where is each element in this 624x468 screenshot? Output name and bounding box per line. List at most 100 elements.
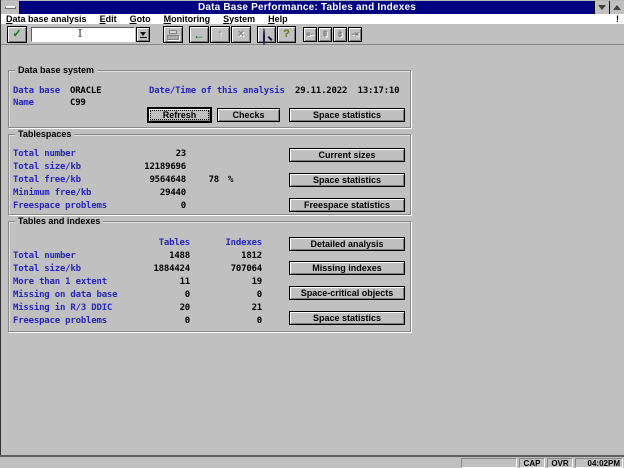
print-button: [163, 26, 183, 43]
stat-label: Total free/kb: [13, 175, 129, 185]
tables-value: 11: [129, 277, 190, 287]
cancel-button: ×: [231, 26, 251, 43]
printer-icon: [167, 30, 179, 40]
tables-value: 20: [129, 303, 190, 313]
stat-label: Name: [13, 98, 70, 108]
percent-sign: %: [228, 175, 233, 185]
stat-value: 23: [129, 149, 186, 159]
group-tables-indexes: Tables and indexes Tables Indexes Total …: [8, 221, 411, 332]
last-page-icon: ⇥: [351, 30, 359, 39]
tables-value: 1488: [129, 251, 190, 261]
db-row: Data base ORACLE Date/Time of this analy…: [13, 86, 408, 96]
system-menu-button[interactable]: [1, 1, 20, 14]
page-up-icon: ⇞: [321, 30, 329, 39]
menu-item-monitoring[interactable]: Monitoring: [164, 14, 211, 24]
enter-button[interactable]: ✓: [7, 26, 27, 43]
stat-row: Total number 1488 1812: [13, 251, 408, 261]
stat-row: Total size/kb 12189696: [13, 162, 408, 172]
menu-items: Data base analysis Edit Goto Monitoring Syst…: [1, 14, 616, 24]
help-button[interactable]: ?: [277, 26, 296, 43]
minimize-icon: [598, 5, 606, 10]
check-icon: ✓: [12, 29, 21, 40]
stat-label: Total number: [13, 149, 129, 159]
db-space-statistics-button[interactable]: Space statistics: [289, 108, 405, 122]
ts-space-statistics-button[interactable]: Space statistics: [289, 173, 405, 187]
group-title: Tables and indexes: [15, 217, 103, 226]
group-tablespaces: Tablespaces Total number 23 Total size/k…: [8, 134, 411, 215]
stat-value: 9564648: [129, 175, 186, 185]
screen-body: Data base system Data base ORACLE Date/T…: [1, 45, 624, 455]
exit-button: ↑: [210, 26, 230, 43]
group-title: Tablespaces: [15, 130, 74, 139]
back-arrow-icon: ←: [193, 29, 205, 41]
x-icon: ×: [238, 29, 244, 40]
freespace-statistics-button[interactable]: Freespace statistics: [289, 198, 405, 212]
command-dropdown-button[interactable]: [136, 27, 150, 42]
clock: 04:02PM: [575, 458, 623, 468]
menu-item-goto[interactable]: Goto: [130, 14, 151, 24]
tables-value: 0: [129, 316, 190, 326]
stat-label: Date/Time of this analysis: [149, 86, 295, 96]
find-button[interactable]: [257, 26, 276, 43]
stat-value: 12189696: [129, 162, 186, 172]
checks-button[interactable]: Checks: [217, 108, 280, 122]
menu-bar: Data base analysis Edit Goto Monitoring Syst…: [1, 14, 624, 24]
ti-space-statistics-button[interactable]: Space statistics: [289, 311, 405, 325]
indexes-value: 707064: [190, 264, 262, 274]
stat-label: Missing on data base: [13, 290, 129, 300]
sap-window: Data Base Performance: Tables and Indexe…: [0, 0, 624, 468]
dropdown-arrow-icon: [140, 32, 147, 38]
first-page-icon: ⇤: [306, 30, 314, 39]
menu-item-edit[interactable]: Edit: [100, 14, 117, 24]
page-down-button: ⇟: [333, 27, 347, 42]
stat-percent: 78: [186, 175, 219, 185]
stat-label: Freespace problems: [13, 201, 129, 211]
status-spacer-cell: [461, 458, 517, 468]
back-button[interactable]: ←: [189, 26, 209, 43]
question-icon: ?: [283, 29, 290, 40]
menu-item-system[interactable]: System: [223, 14, 255, 24]
refresh-button[interactable]: Refresh: [148, 108, 211, 122]
stat-label: Freespace problems: [13, 316, 129, 326]
stat-label: Missing in R/3 DDIC: [13, 303, 129, 313]
status-bar: CAP OVR 04:02PM: [0, 455, 624, 468]
stat-label: Total size/kb: [13, 264, 129, 274]
stat-value: 29.11.2022 13:17:10: [295, 86, 399, 96]
column-header-indexes: Indexes: [190, 238, 262, 248]
indexes-value: 1812: [190, 251, 262, 261]
menu-item-help[interactable]: Help: [268, 14, 288, 24]
tables-value: 0: [129, 290, 190, 300]
space-critical-objects-button[interactable]: Space-critical objects: [289, 286, 405, 300]
indexes-value: 0: [190, 316, 262, 326]
maximize-button[interactable]: [609, 1, 624, 14]
command-input[interactable]: [32, 33, 134, 46]
indexes-value: 0: [190, 290, 262, 300]
up-arrow-icon: ↑: [217, 29, 223, 40]
stat-value: 0: [129, 201, 186, 211]
title-bar: Data Base Performance: Tables and Indexe…: [1, 1, 624, 14]
last-page-button: ⇥: [348, 27, 362, 42]
stat-label: Total size/kb: [13, 162, 129, 172]
indexes-value: 21: [190, 303, 262, 313]
toolbar: ✓ I ← ↑ × ? ⇤ ⇞: [1, 24, 624, 45]
stat-value: C99: [70, 98, 149, 108]
cap-indicator: CAP: [519, 458, 545, 468]
window-menu-icon: [5, 6, 16, 9]
minimize-button[interactable]: [594, 1, 609, 14]
stat-label: Data base: [13, 86, 70, 96]
stat-label: More than 1 extent: [13, 277, 129, 287]
tables-value: 1884424: [129, 264, 190, 274]
stat-row: Minimum free/kb 29440: [13, 188, 408, 198]
current-sizes-button[interactable]: Current sizes: [289, 148, 405, 162]
stat-label: Total number: [13, 251, 129, 261]
page-up-button: ⇞: [318, 27, 332, 42]
maximize-icon: [613, 5, 621, 10]
menu-item-data-base-analysis[interactable]: Data base analysis: [6, 14, 87, 24]
page-down-icon: ⇟: [336, 30, 344, 39]
group-database-system: Data base system Data base ORACLE Date/T…: [8, 70, 411, 128]
missing-indexes-button[interactable]: Missing indexes: [289, 261, 405, 275]
db-row: Name C99: [13, 98, 408, 108]
magnifier-icon: [263, 29, 272, 38]
first-page-button: ⇤: [303, 27, 317, 42]
detailed-analysis-button[interactable]: Detailed analysis: [289, 237, 405, 251]
